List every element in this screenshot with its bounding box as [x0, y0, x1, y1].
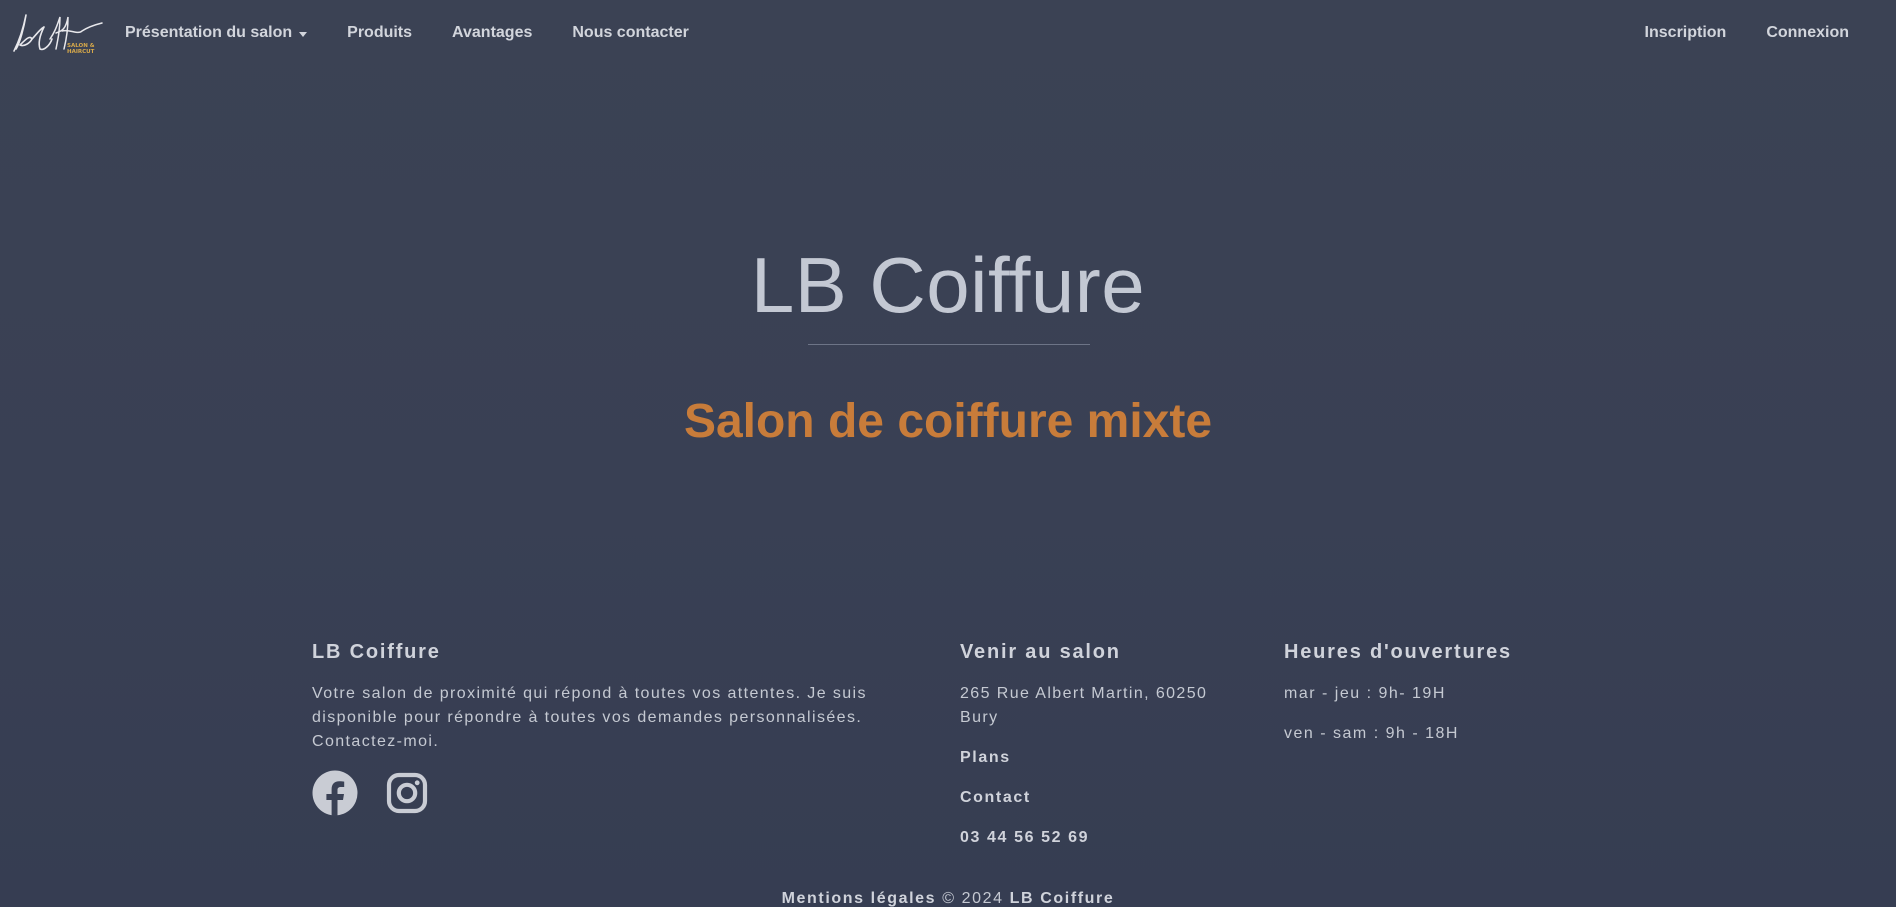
copyright-year: © 2024	[942, 890, 1004, 907]
nav-nous-contacter[interactable]: Nous contacter	[572, 24, 688, 42]
nav-avantages[interactable]: Avantages	[452, 24, 532, 42]
chevron-down-icon	[299, 31, 308, 37]
nav-connexion[interactable]: Connexion	[1766, 24, 1849, 42]
nav-left: Présentation du salon Produits Avantages…	[125, 0, 689, 66]
nav-right: Inscription Connexion	[1645, 0, 1849, 66]
hours-line: mar - jeu : 9h- 19H	[1284, 685, 1446, 702]
instagram-icon[interactable]	[384, 770, 430, 816]
footer-about-heading: LB Coiffure	[312, 641, 441, 663]
hero-title: LB Coiffure	[750, 241, 1146, 329]
copyright-bar: Mentions légales © 2024 LB Coiffure	[0, 888, 1896, 907]
legal-notice-link[interactable]: Mentions légales	[782, 890, 937, 907]
nav-produits[interactable]: Produits	[347, 24, 412, 42]
page: SALON & HAIRCUT Présentation du salon Pr…	[0, 0, 1896, 907]
footer-visit-heading: Venir au salon	[960, 641, 1121, 663]
contact-link[interactable]: Contact	[960, 786, 1220, 810]
phone-link[interactable]: 03 44 56 52 69	[960, 826, 1220, 850]
navbar: SALON & HAIRCUT Présentation du salon Pr…	[0, 0, 1896, 66]
svg-text:HAIRCUT: HAIRCUT	[67, 49, 95, 55]
hero-divider	[808, 344, 1090, 345]
social-links	[312, 770, 912, 816]
nav-presentation-label: Présentation du salon	[125, 24, 293, 41]
nav-inscription[interactable]: Inscription	[1645, 24, 1727, 42]
salon-address: 265 Rue Albert Martin, 60250 Bury	[960, 685, 1208, 726]
hours-line: ven - sam : 9h - 18H	[1284, 725, 1459, 742]
facebook-icon[interactable]	[312, 770, 358, 816]
nav-presentation-dropdown[interactable]: Présentation du salon	[125, 24, 308, 42]
brand-logo[interactable]: SALON & HAIRCUT	[10, 9, 110, 57]
footer-hours-heading: Heures d'ouvertures	[1284, 641, 1512, 663]
footer-about: LB Coiffure Votre salon de proximité qui…	[312, 640, 912, 816]
footer-about-text: Votre salon de proximité qui répond à to…	[312, 685, 867, 750]
footer-hours: Heures d'ouvertures mar - jeu : 9h- 19H …	[1284, 640, 1584, 762]
plans-link[interactable]: Plans	[960, 746, 1220, 770]
hero-subtitle: Salon de coiffure mixte	[683, 395, 1213, 448]
copyright-brand[interactable]: LB Coiffure	[1010, 890, 1115, 907]
footer-visit: Venir au salon 265 Rue Albert Martin, 60…	[960, 640, 1220, 850]
